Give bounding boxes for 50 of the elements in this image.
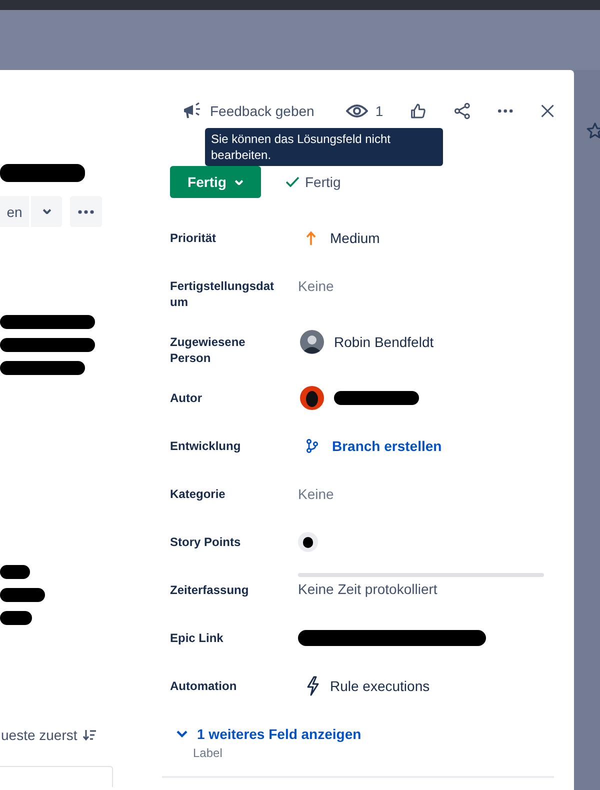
field-label: Epic Link: [170, 630, 224, 647]
chevron-down-icon[interactable]: [176, 730, 188, 738]
arrow-up-icon: [306, 231, 316, 245]
field-value[interactable]: Keine: [298, 278, 334, 294]
star-icon[interactable]: [586, 122, 600, 140]
avatar-icon: [300, 330, 324, 354]
more-icon: [78, 210, 94, 214]
priority-value[interactable]: Medium: [330, 230, 380, 246]
lightning-icon: [306, 676, 320, 696]
sort-button[interactable]: ueste zuerst: [1, 727, 78, 743]
feedback-button[interactable]: Feedback geben: [183, 102, 314, 120]
field-label: Zeiterfassung: [170, 582, 250, 599]
chevron-down-icon: [235, 180, 244, 184]
more-button[interactable]: [70, 196, 102, 227]
field-label: Fertigstellungsdatum: [170, 278, 276, 311]
field-label: Entwicklung: [170, 438, 242, 455]
share-icon[interactable]: [454, 101, 470, 121]
chevron-down-icon: [42, 209, 50, 214]
time-tracking-text: Keine Zeit protokolliert: [298, 581, 438, 597]
more-icon[interactable]: [498, 109, 513, 113]
field-label: Story Points: [170, 534, 242, 551]
redaction-mark: [0, 588, 45, 602]
story-points-badge[interactable]: [298, 532, 318, 552]
create-branch-link[interactable]: Branch erstellen: [332, 438, 442, 454]
action-button[interactable]: en: [0, 196, 29, 227]
check-icon: [286, 177, 299, 187]
dropdown-button[interactable]: [31, 196, 62, 227]
tooltip: Sie können das Lösungsfeld nicht bearbeiten.: [205, 128, 443, 166]
field-label: Autor: [170, 390, 203, 407]
eye-icon: [346, 103, 368, 119]
thumbs-up-icon[interactable]: [411, 102, 426, 120]
show-more-link[interactable]: 1 weiteres Feld anzeigen: [197, 726, 362, 742]
resolution-text: Fertig: [305, 174, 341, 190]
field-value[interactable]: Keine: [298, 486, 334, 502]
redaction-mark: [0, 565, 30, 579]
field-label: Automation: [170, 678, 238, 695]
close-icon[interactable]: [540, 103, 554, 119]
field-label: Kategorie: [170, 486, 226, 503]
field-label: Zugewiesene Person: [170, 334, 246, 367]
sort-icon[interactable]: [83, 729, 98, 741]
field-label: Priorität: [170, 230, 218, 247]
status-button[interactable]: Fertig: [170, 166, 261, 198]
redaction-mark: [0, 611, 32, 625]
branch-icon: [306, 439, 318, 453]
rule-executions[interactable]: Rule executions: [330, 678, 430, 694]
watch-button[interactable]: 1: [346, 103, 384, 119]
comment-field[interactable]: [0, 766, 113, 787]
avatar-icon: [300, 386, 324, 410]
user-name[interactable]: Robin Bendfeldt: [334, 334, 434, 350]
hidden-field-hint: Label: [193, 746, 224, 760]
